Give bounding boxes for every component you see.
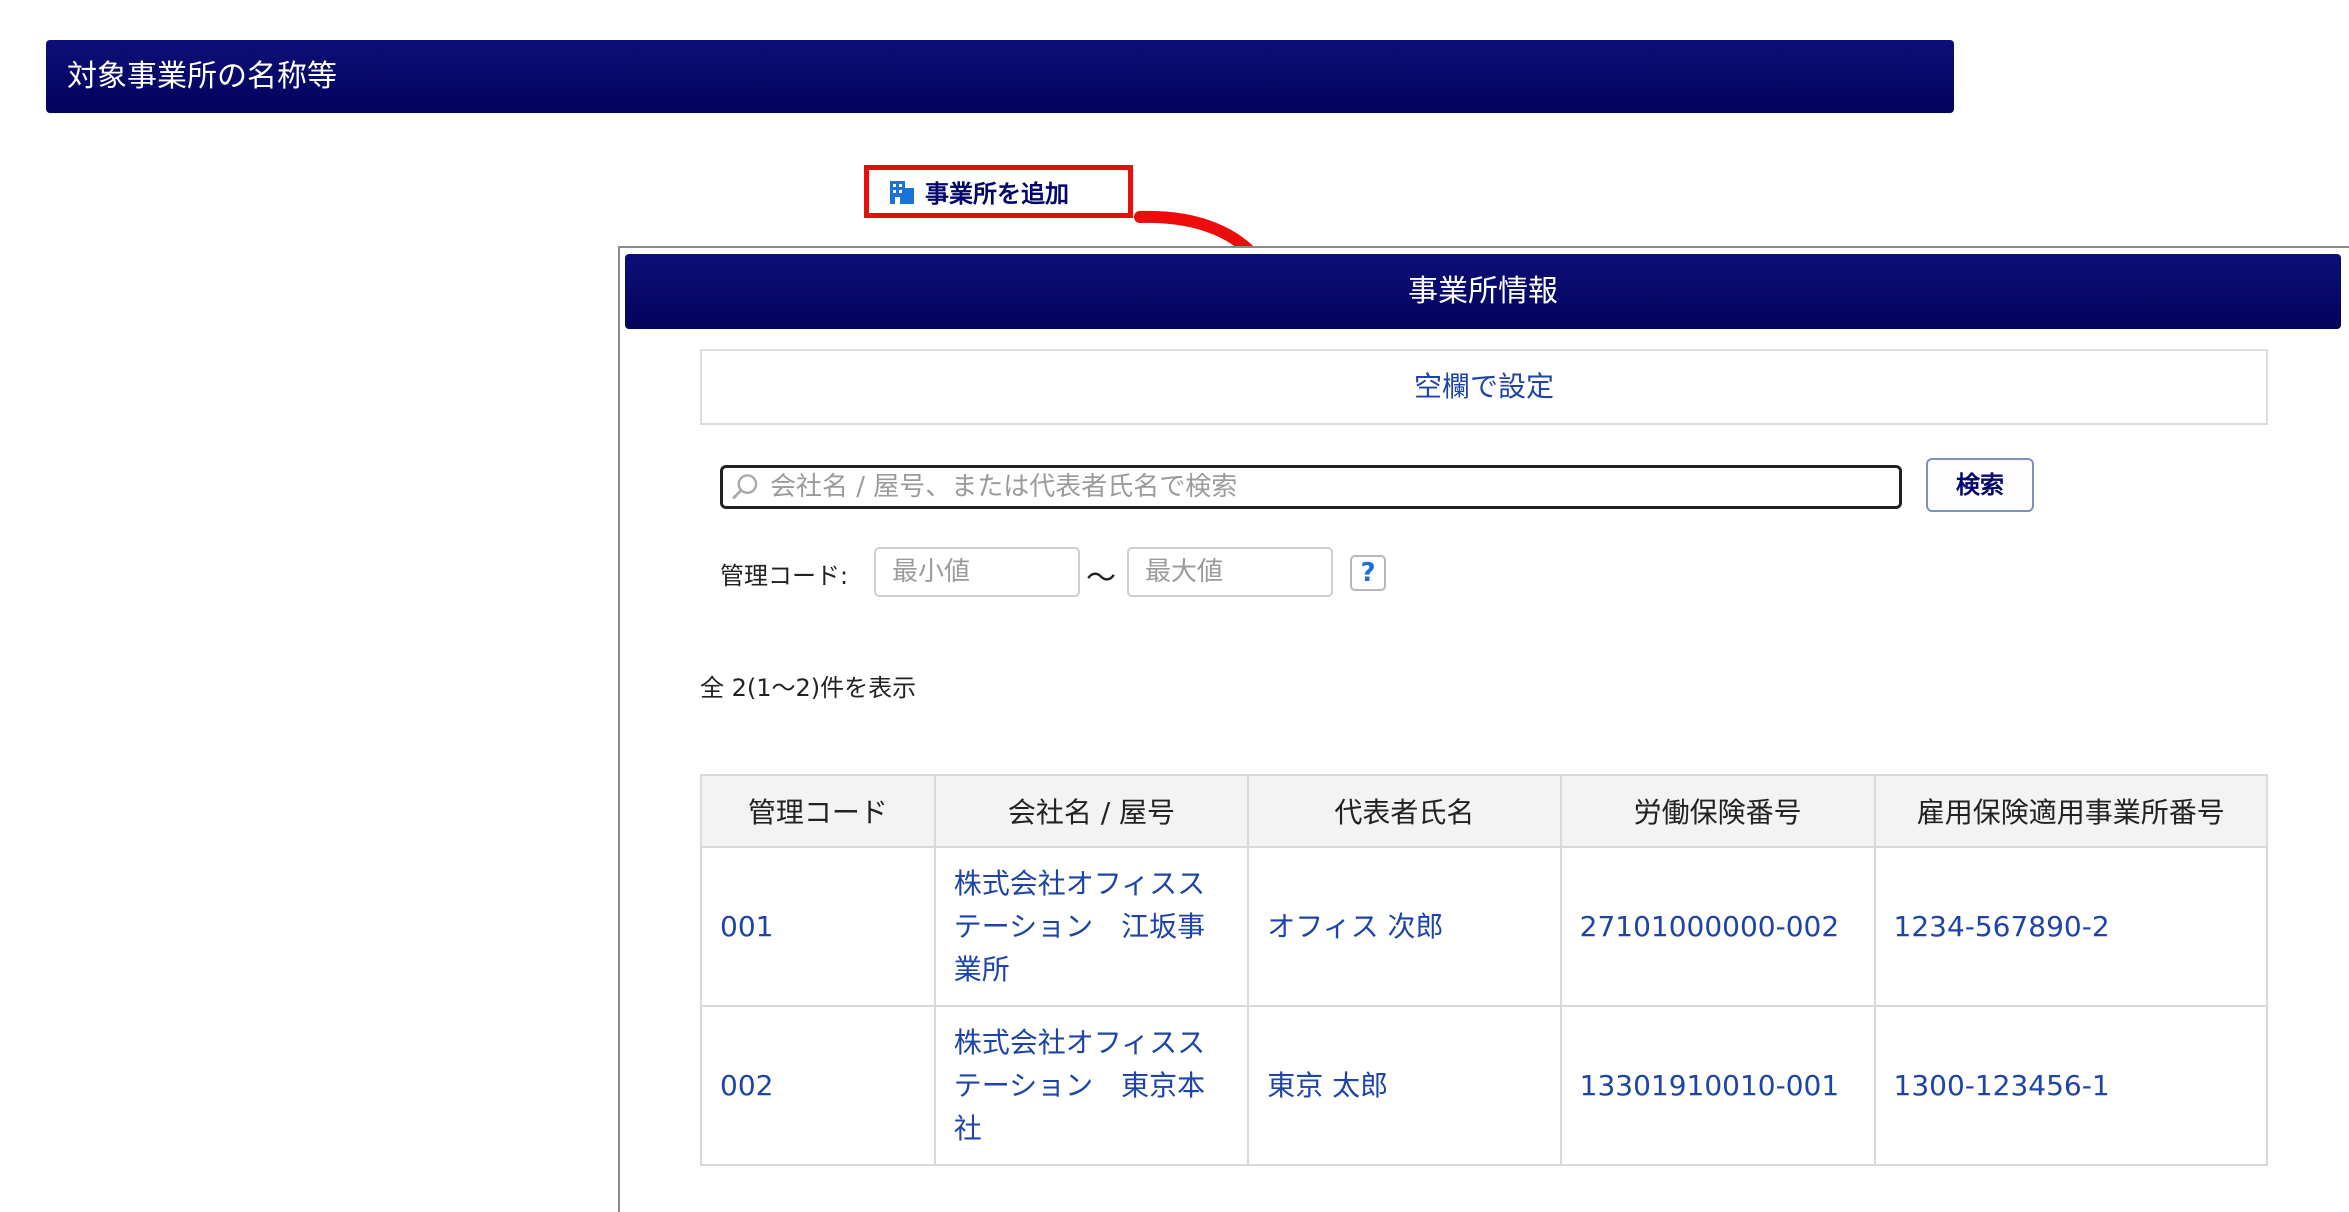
table-row[interactable]: 002 株式会社オフィスステーション 東京本社 東京 太郎 1330191001… bbox=[700, 1005, 2268, 1166]
code-max-input[interactable] bbox=[1127, 547, 1333, 597]
cell-company[interactable]: 株式会社オフィスステーション 江坂事業所 bbox=[933, 846, 1250, 1007]
header-representative: 代表者氏名 bbox=[1247, 774, 1562, 848]
cell-company[interactable]: 株式会社オフィスステーション 東京本社 bbox=[933, 1005, 1250, 1166]
code-min-input[interactable] bbox=[874, 547, 1080, 597]
cell-code[interactable]: 002 bbox=[700, 1005, 936, 1166]
cell-representative[interactable]: 東京 太郎 bbox=[1247, 1005, 1562, 1166]
table-row[interactable]: 001 株式会社オフィスステーション 江坂事業所 オフィス 次郎 2710100… bbox=[700, 846, 2268, 1007]
dialog-title: 事業所情報 bbox=[625, 254, 2341, 329]
header-code: 管理コード bbox=[700, 774, 936, 848]
result-count: 全 2(1〜2)件を表示 bbox=[700, 674, 917, 702]
search-input[interactable] bbox=[767, 471, 1899, 503]
header-company: 会社名 / 屋号 bbox=[933, 774, 1250, 848]
section-title: 対象事業所の名称等 bbox=[46, 40, 1954, 113]
code-filter-label: 管理コード: bbox=[720, 562, 849, 590]
cell-representative[interactable]: オフィス 次郎 bbox=[1247, 846, 1562, 1007]
office-info-dialog: 事業所情報 空欄で設定 検索 管理コード: 〜 ? 全 2(1〜2)件を表示 管… bbox=[618, 246, 2349, 1212]
search-field[interactable] bbox=[720, 465, 1902, 509]
add-office-button[interactable]: 事業所を追加 bbox=[864, 165, 1133, 218]
range-separator: 〜 bbox=[1086, 561, 1116, 596]
building-icon bbox=[890, 180, 914, 204]
blank-setting-button[interactable]: 空欄で設定 bbox=[700, 349, 2268, 425]
header-employment-insurance: 雇用保険適用事業所番号 bbox=[1873, 774, 2268, 848]
cell-code[interactable]: 001 bbox=[700, 846, 936, 1007]
search-icon bbox=[732, 474, 758, 500]
office-table: 管理コード 会社名 / 屋号 代表者氏名 労働保険番号 雇用保険適用事業所番号 … bbox=[700, 774, 2268, 1166]
add-office-label: 事業所を追加 bbox=[925, 180, 1069, 208]
header-labor-insurance: 労働保険番号 bbox=[1559, 774, 1876, 848]
cell-employment-insurance[interactable]: 1300-123456-1 bbox=[1873, 1005, 2268, 1166]
table-header-row: 管理コード 会社名 / 屋号 代表者氏名 労働保険番号 雇用保険適用事業所番号 bbox=[700, 774, 2268, 848]
search-button[interactable]: 検索 bbox=[1926, 458, 2034, 512]
help-button[interactable]: ? bbox=[1350, 555, 1386, 591]
cell-labor-insurance[interactable]: 13301910010-001 bbox=[1559, 1005, 1876, 1166]
cell-employment-insurance[interactable]: 1234-567890-2 bbox=[1873, 846, 2268, 1007]
cell-labor-insurance[interactable]: 27101000000-002 bbox=[1559, 846, 1876, 1007]
